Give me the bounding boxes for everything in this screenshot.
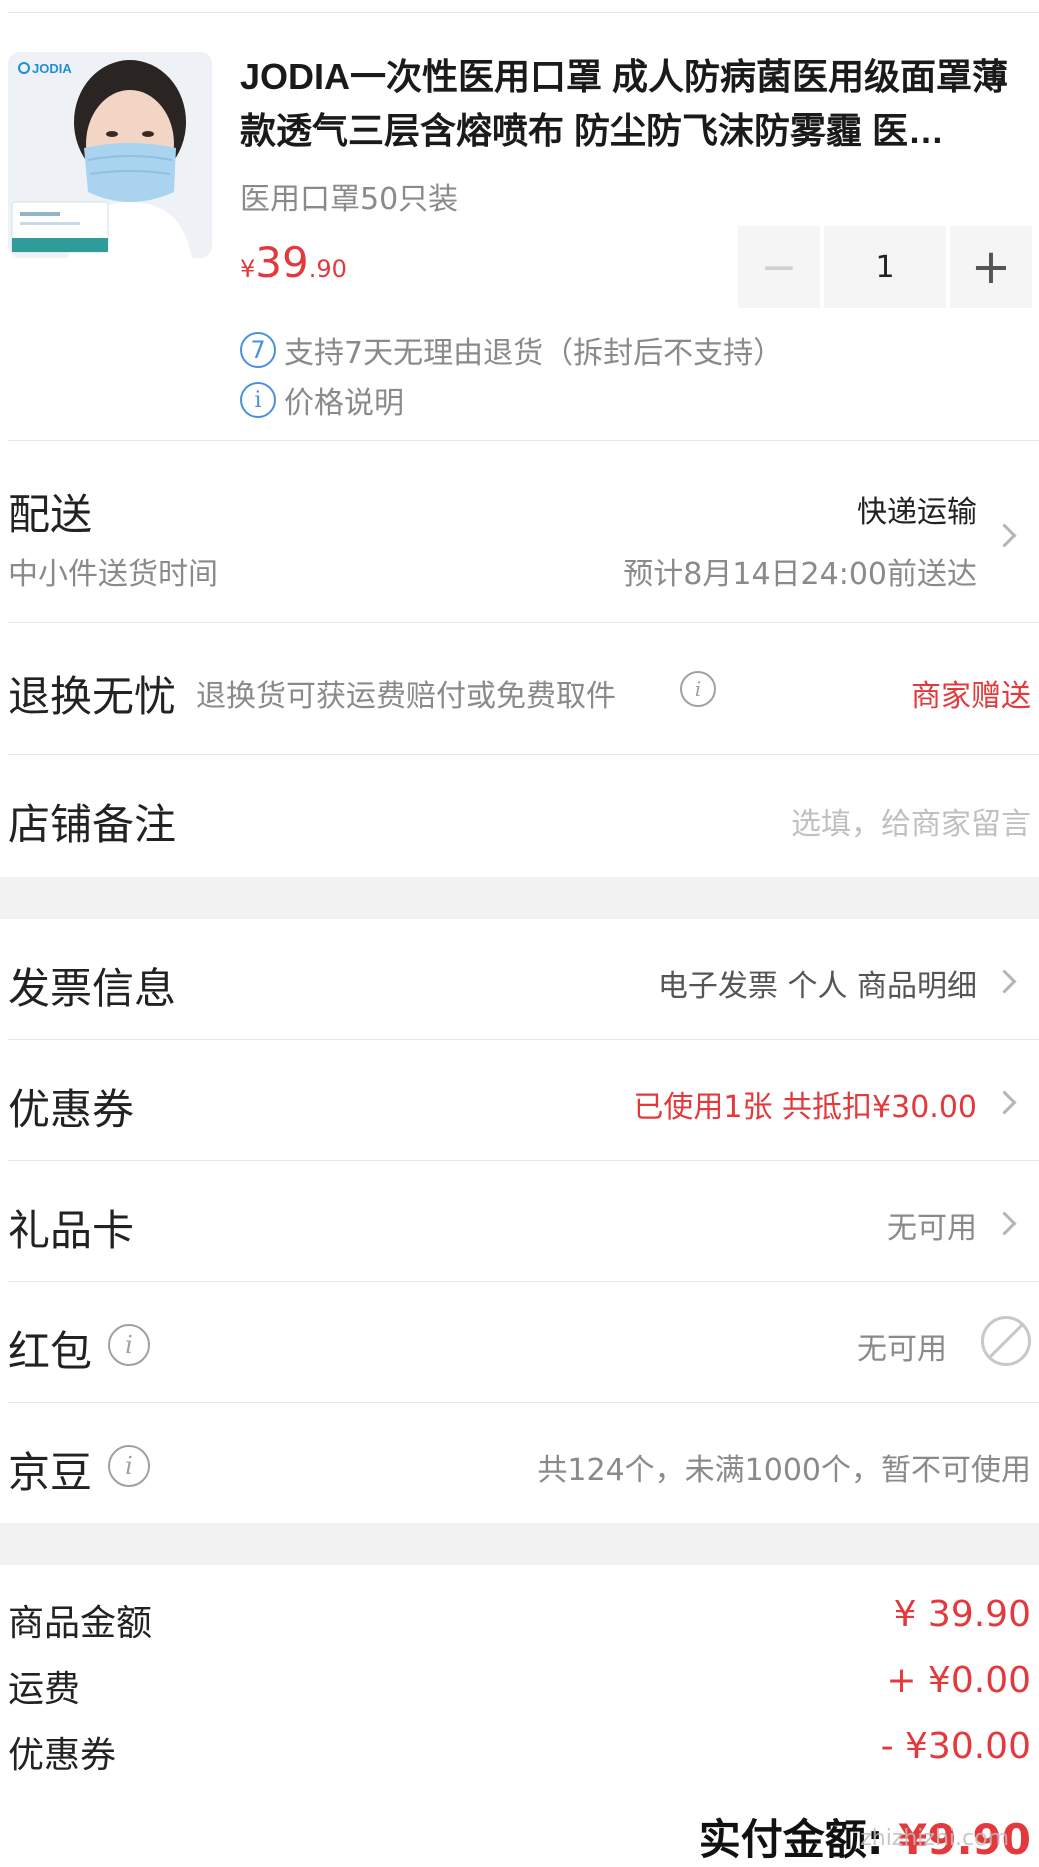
remark-input[interactable]: 选填，给商家留言 — [631, 799, 1031, 843]
info-icon[interactable]: i — [680, 671, 716, 707]
jingdou-title: 京豆 — [8, 1448, 93, 1497]
top-divider — [8, 12, 1039, 13]
product-title[interactable]: JODIA一次性医用口罩 成人防病菌医用级面罩薄款透气三层含熔喷布 防尘防飞沫防… — [240, 50, 1020, 158]
returns-desc: 退换货可获运费赔付或免费取件 — [196, 679, 616, 714]
jingdou-row[interactable]: 京豆 i 共124个，未满1000个，暂不可使用 — [0, 1403, 1039, 1523]
summary-coupon-value: - ¥30.00 — [880, 1726, 1031, 1767]
price-note-text: 价格说明 — [284, 386, 404, 421]
delivery-subtitle: 中小件送货时间 — [8, 557, 218, 592]
remark-row: 店铺备注 选填，给商家留言 — [0, 755, 1039, 877]
chevron-right-icon — [992, 523, 1017, 548]
price-decimal: .90 — [308, 255, 347, 283]
total-label: 实付金额: — [698, 1815, 884, 1864]
watermark: zhizhizhi.com — [860, 1826, 1009, 1851]
redpacket-title: 红包 — [8, 1327, 93, 1376]
delivery-title: 配送 — [8, 490, 93, 539]
coupon-row[interactable]: 优惠券 已使用1张 共抵扣¥30.00 — [0, 1040, 1039, 1160]
giftcard-row[interactable]: 礼品卡 无可用 — [0, 1161, 1039, 1281]
giftcard-value: 无可用 — [887, 1211, 977, 1246]
product-price: ¥39.90 — [240, 238, 347, 287]
summary-subtotal-label: 商品金额 — [8, 1603, 153, 1644]
return-policy: 7 支持7天无理由退货（拆封后不支持） — [240, 328, 783, 372]
coupon-value: 已使用1张 共抵扣¥30.00 — [633, 1090, 977, 1125]
delivery-method: 快递运输 — [857, 495, 977, 530]
summary-coupon-label: 优惠券 — [8, 1735, 117, 1776]
summary-subtotal-value: ¥ 39.90 — [893, 1594, 1031, 1635]
section-gap — [0, 1523, 1039, 1565]
product-image[interactable]: JODIA — [8, 52, 212, 258]
quantity-stepper: − 1 + — [738, 226, 1032, 308]
summary-shipping-label: 运费 — [8, 1669, 81, 1710]
price-note[interactable]: i 价格说明 — [240, 378, 404, 422]
returns-value: 商家赠送 — [911, 679, 1031, 714]
chevron-right-icon — [992, 969, 1017, 994]
invoice-row[interactable]: 发票信息 电子发票 个人 商品明细 — [0, 919, 1039, 1039]
info-icon[interactable]: i — [108, 1324, 150, 1366]
price-integer: 39 — [255, 238, 309, 287]
redpacket-row[interactable]: 红包 i 无可用 — [0, 1282, 1039, 1402]
info-icon[interactable]: i — [108, 1445, 150, 1487]
invoice-title: 发票信息 — [8, 964, 177, 1013]
return-7day-icon: 7 — [240, 332, 276, 368]
increase-button[interactable]: + — [950, 226, 1032, 308]
redpacket-value: 无可用 — [857, 1332, 947, 1367]
return-policy-text: 支持7天无理由退货（拆封后不支持） — [284, 336, 784, 371]
quantity-input[interactable]: 1 — [824, 226, 946, 308]
giftcard-title: 礼品卡 — [8, 1206, 135, 1255]
product-variant: 医用口罩50只装 — [240, 182, 459, 217]
decrease-button[interactable]: − — [738, 226, 820, 308]
returns-title: 退换无忧 — [8, 672, 177, 721]
brand-logo-text: JODIA — [32, 61, 72, 76]
info-icon: i — [240, 382, 276, 418]
delivery-eta: 预计8月14日24:00前送达 — [623, 557, 977, 592]
delivery-row[interactable]: 配送 中小件送货时间 快递运输 预计8月14日24:00前送达 — [0, 441, 1039, 621]
jingdou-value: 共124个，未满1000个，暂不可使用 — [537, 1453, 1031, 1488]
chevron-right-icon — [992, 1090, 1017, 1115]
remark-title: 店铺备注 — [8, 800, 177, 849]
chevron-right-icon — [992, 1211, 1017, 1236]
disabled-icon — [981, 1316, 1031, 1366]
invoice-value: 电子发票 个人 商品明细 — [657, 969, 977, 1004]
summary-shipping-value: + ¥0.00 — [886, 1660, 1031, 1701]
section-gap — [0, 877, 1039, 919]
coupon-title: 优惠券 — [8, 1085, 135, 1134]
returns-row[interactable]: 退换无忧 退换货可获运费赔付或免费取件 i 商家赠送 — [0, 623, 1039, 753]
price-symbol: ¥ — [240, 255, 256, 283]
